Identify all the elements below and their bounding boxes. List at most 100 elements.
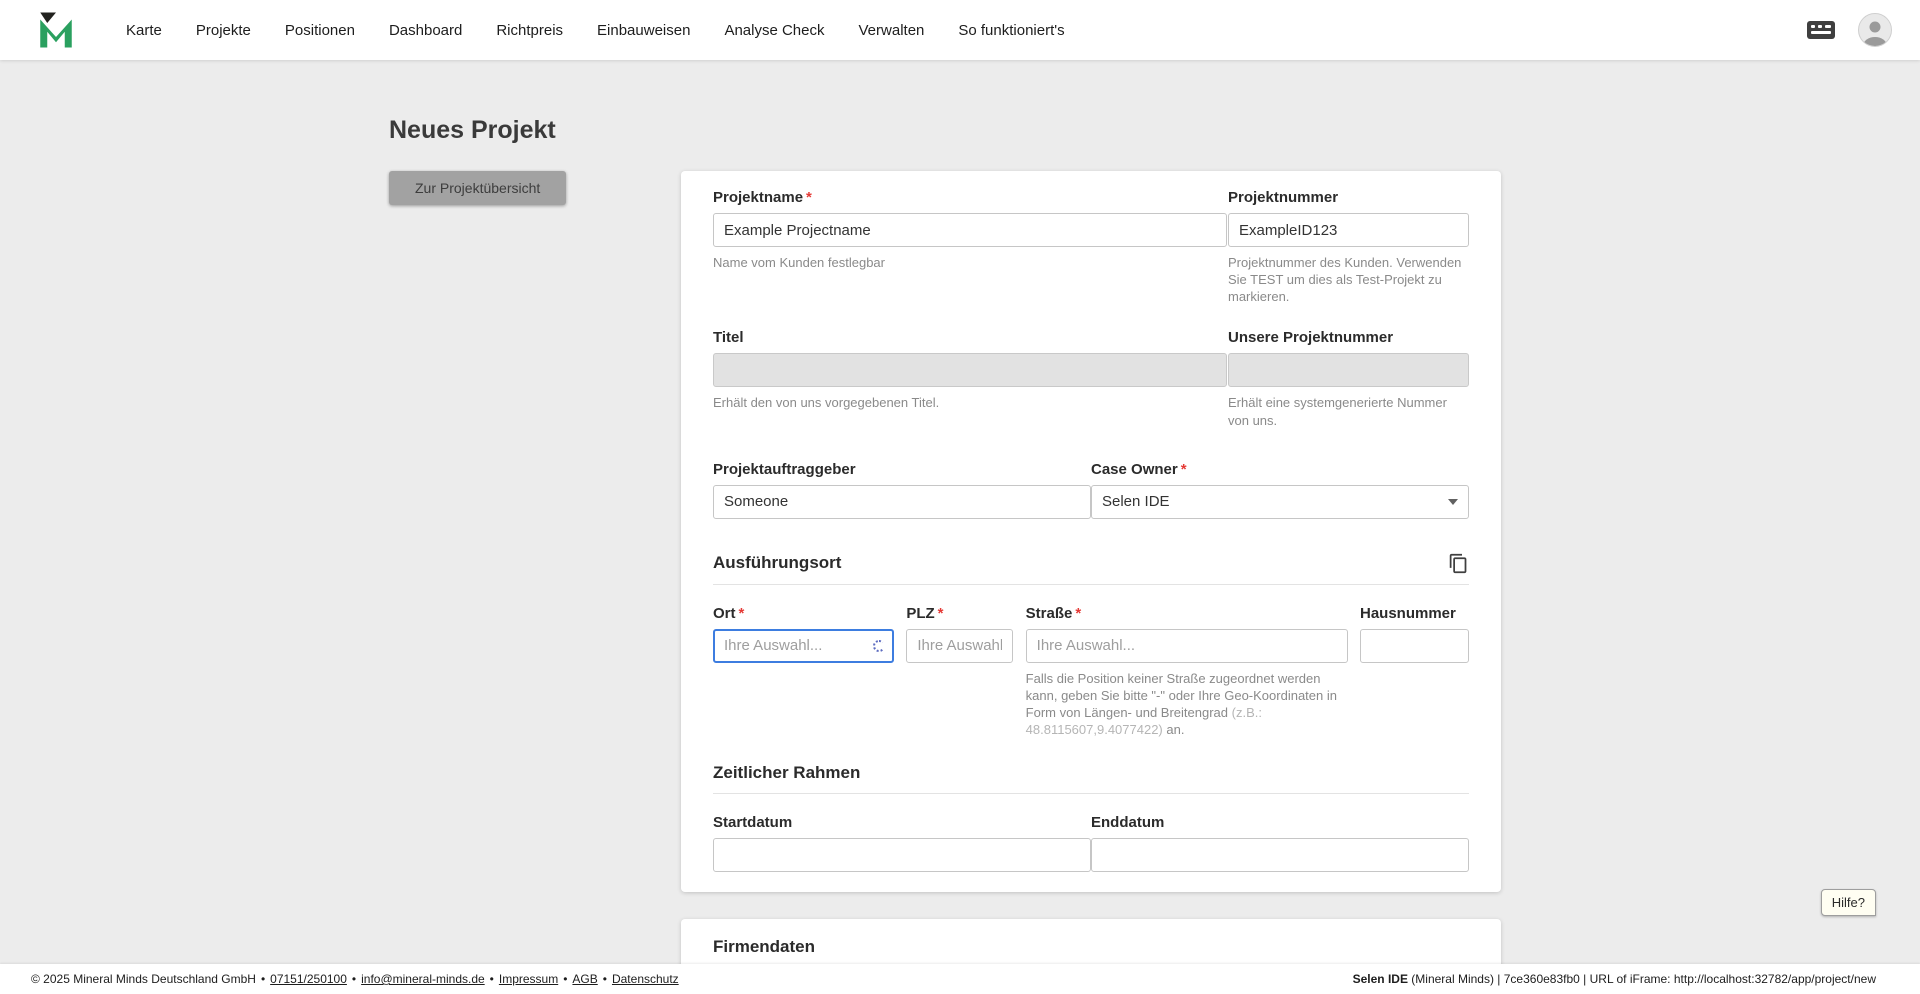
section-zeitlicher-rahmen-header: Zeitlicher Rahmen	[713, 763, 1469, 795]
footer-separator: •	[563, 972, 568, 986]
footer-session-info: Selen IDE (Mineral Minds) | 7ce360e83fb0…	[1353, 972, 1876, 986]
titel-input	[713, 353, 1227, 388]
case-owner-value: Selen IDE	[1102, 493, 1170, 511]
help-button[interactable]: Hilfe?	[1820, 889, 1876, 916]
case-owner-label: Case Owner *	[1091, 461, 1469, 478]
required-asterisk: *	[738, 604, 745, 622]
nav-item-projekte[interactable]: Projekte	[196, 22, 251, 39]
case-owner-label-text: Case Owner	[1091, 460, 1178, 478]
strasse-helper-end: an.	[1162, 722, 1185, 738]
logo-icon	[40, 12, 72, 48]
keyboard-icon[interactable]	[1806, 19, 1836, 41]
footer-copyright: © 2025 Mineral Minds Deutschland GmbH	[31, 972, 256, 986]
firmendaten-heading: Firmendaten	[713, 937, 816, 957]
nav-item-richtpreis[interactable]: Richtpreis	[496, 22, 563, 39]
field-startdatum: Startdatum	[713, 814, 1091, 873]
ausfuehrungsort-heading: Ausführungsort	[713, 553, 842, 573]
field-plz: PLZ *	[906, 605, 1014, 739]
main-menu: Karte Projekte Positionen Dashboard Rich…	[126, 22, 1065, 39]
required-asterisk: *	[937, 604, 944, 622]
section-firmendaten-header: Firmendaten	[713, 937, 1469, 964]
plz-label-text: PLZ	[906, 604, 935, 622]
nav-item-verwalten[interactable]: Verwalten	[859, 22, 925, 39]
nav-item-einbauweisen[interactable]: Einbauweisen	[597, 22, 690, 39]
case-owner-select[interactable]: Selen IDE	[1091, 484, 1469, 519]
project-overview-button[interactable]: Zur Projektübersicht	[389, 171, 567, 205]
navbar-right	[1806, 13, 1892, 47]
footer-separator: •	[260, 972, 266, 986]
chevron-down-icon	[1448, 498, 1458, 505]
unsere-projektnummer-input	[1228, 353, 1469, 388]
field-projektauftraggeber: Projektauftraggeber	[713, 461, 1091, 519]
footer-session-details: (Mineral Minds) | 7ce360e83fb0 | URL of …	[1407, 972, 1876, 986]
footer-left: © 2025 Mineral Minds Deutschland GmbH • …	[31, 972, 679, 986]
enddatum-label: Enddatum	[1091, 814, 1165, 832]
footer-link-phone[interactable]: 07151/250100	[270, 972, 347, 986]
strasse-label: Straße *	[1026, 605, 1348, 622]
ort-label: Ort *	[713, 605, 894, 622]
footer-link-impressum[interactable]: Impressum	[499, 972, 558, 986]
page-title: Neues Projekt	[389, 116, 556, 144]
projektauftraggeber-label: Projektauftraggeber	[713, 460, 856, 478]
form-row-name-number: Projektname* Name vom Kunden festlegbar …	[713, 189, 1469, 305]
person-icon	[1863, 21, 1887, 46]
firmendaten-card: Firmendaten	[681, 919, 1501, 964]
zeitlicher-rahmen-heading: Zeitlicher Rahmen	[713, 763, 861, 783]
projektnummer-input[interactable]	[1228, 213, 1469, 247]
top-navbar: Karte Projekte Positionen Dashboard Rich…	[0, 0, 1920, 60]
unsere-projektnummer-label: Unsere Projektnummer	[1228, 329, 1394, 347]
startdatum-label: Startdatum	[713, 814, 793, 832]
plz-input[interactable]	[906, 628, 1014, 663]
field-hausnummer: Hausnummer	[1359, 604, 1469, 739]
copy-icon[interactable]	[1448, 553, 1469, 574]
form-row-dates: Startdatum Enddatum	[713, 814, 1469, 873]
main-area: Neues Projekt Zur Projektübersicht Proje…	[0, 60, 1920, 964]
required-asterisk: *	[1180, 460, 1187, 478]
content-row: Zur Projektübersicht Projektname* Name v…	[389, 171, 1531, 964]
projektname-label-text: Projektname	[713, 189, 804, 206]
required-asterisk: *	[806, 189, 812, 206]
nav-item-analyse-check[interactable]: Analyse Check	[724, 22, 824, 39]
footer-separator: •	[602, 972, 607, 986]
strasse-input[interactable]	[1025, 628, 1348, 663]
projektauftraggeber-input[interactable]	[713, 484, 1091, 519]
footer-separator: •	[351, 972, 357, 986]
nav-item-so-funktionierts[interactable]: So funktioniert's	[958, 22, 1064, 39]
projektnummer-helper: Projektnummer des Kunden. Verwenden Sie …	[1228, 255, 1462, 305]
loading-spinner-icon	[873, 639, 885, 652]
strasse-label-text: Straße	[1025, 604, 1073, 622]
enddatum-input[interactable]	[1091, 838, 1469, 873]
footer-link-email[interactable]: info@mineral-minds.de	[361, 972, 485, 986]
mineral-minds-logo[interactable]	[34, 8, 78, 52]
ort-input-wrap	[713, 628, 894, 663]
user-avatar[interactable]	[1858, 13, 1892, 47]
field-unsere-projektnummer: Unsere Projektnummer Erhält eine systemg…	[1228, 329, 1469, 428]
project-form-card: Projektname* Name vom Kunden festlegbar …	[681, 171, 1501, 893]
projektname-helper: Name vom Kunden festlegbar	[713, 255, 885, 270]
form-row-address: Ort* PLZ* Straße*	[713, 605, 1469, 739]
field-projektname: Projektname* Name vom Kunden festlegbar	[713, 189, 1227, 305]
required-asterisk: *	[1075, 604, 1082, 622]
nav-item-dashboard[interactable]: Dashboard	[389, 22, 462, 39]
nav-item-positionen[interactable]: Positionen	[285, 22, 355, 39]
footer-separator: •	[489, 972, 494, 986]
field-titel: Titel Erhält den von uns vorgegebenen Ti…	[713, 329, 1227, 428]
titel-helper: Erhält den von uns vorgegebenen Titel.	[713, 395, 940, 411]
strasse-helper: Falls die Position keiner Straße zugeord…	[1026, 670, 1348, 739]
startdatum-input[interactable]	[713, 838, 1091, 873]
titel-label: Titel	[713, 329, 744, 347]
footer-link-datenschutz[interactable]: Datenschutz	[612, 972, 679, 986]
nav-item-karte[interactable]: Karte	[126, 22, 162, 39]
ort-input[interactable]	[713, 628, 894, 663]
keyboard-icon-glyph	[1807, 21, 1835, 39]
field-ort: Ort *	[713, 605, 894, 739]
footer: © 2025 Mineral Minds Deutschland GmbH • …	[0, 964, 1920, 994]
plz-label: PLZ *	[906, 605, 1013, 622]
hausnummer-label: Hausnummer	[1359, 604, 1456, 622]
footer-link-agb[interactable]: AGB	[572, 972, 597, 986]
field-case-owner: Case Owner * Selen IDE	[1091, 461, 1469, 519]
footer-user-name: Selen IDE	[1352, 972, 1408, 986]
hausnummer-input[interactable]	[1359, 628, 1469, 663]
field-enddatum: Enddatum	[1091, 814, 1469, 873]
projektname-input[interactable]	[713, 213, 1227, 247]
